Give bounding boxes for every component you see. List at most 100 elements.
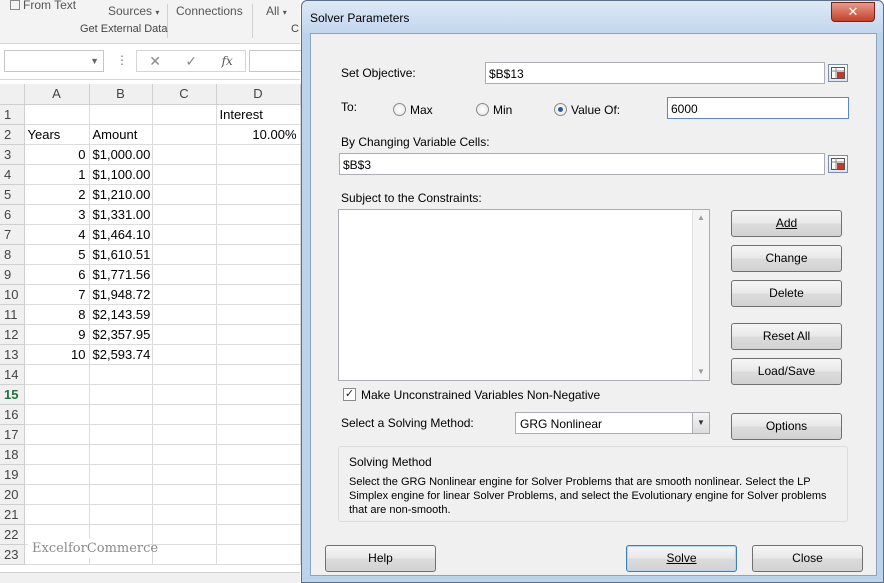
cell-b[interactable]: [89, 104, 153, 125]
close-icon[interactable]: ✕: [831, 2, 875, 22]
scroll-up-icon[interactable]: ▲: [693, 210, 709, 226]
cell-b[interactable]: [89, 504, 153, 525]
change-button[interactable]: Change: [731, 245, 842, 272]
column-header[interactable]: D: [216, 84, 301, 105]
cell-b[interactable]: $1,100.00: [89, 164, 153, 185]
row-header[interactable]: 17: [0, 424, 25, 445]
help-button[interactable]: Help: [325, 545, 436, 572]
cell-a[interactable]: [24, 364, 90, 385]
radio-value-of[interactable]: [554, 103, 567, 116]
cell-c[interactable]: [152, 404, 217, 425]
delete-button[interactable]: Delete: [731, 280, 842, 307]
cell-b[interactable]: [89, 484, 153, 505]
row-header[interactable]: 18: [0, 444, 25, 465]
cell-a[interactable]: 10: [24, 344, 90, 365]
radio-max-label[interactable]: Max: [410, 103, 433, 117]
refresh-all-button[interactable]: All ▾: [266, 4, 287, 18]
cell-b[interactable]: [89, 444, 153, 465]
cell-a[interactable]: 5: [24, 244, 90, 265]
row-header[interactable]: 19: [0, 464, 25, 485]
row-header[interactable]: 9: [0, 264, 25, 285]
cell-a[interactable]: Years: [24, 124, 90, 145]
cell-d[interactable]: [216, 344, 301, 365]
cell-d[interactable]: [216, 504, 301, 525]
cell-c[interactable]: [152, 284, 217, 305]
cell-d[interactable]: [216, 144, 301, 165]
cell-b[interactable]: Amount: [89, 124, 153, 145]
cell-b[interactable]: $1,610.51: [89, 244, 153, 265]
cell-d[interactable]: [216, 304, 301, 325]
cancel-icon[interactable]: ✕: [149, 53, 161, 70]
cell-c[interactable]: [152, 424, 217, 445]
cell-a[interactable]: 0: [24, 144, 90, 165]
cell-a[interactable]: [24, 424, 90, 445]
cell-c[interactable]: [152, 504, 217, 525]
row-header[interactable]: 21: [0, 504, 25, 525]
row-header[interactable]: 4: [0, 164, 25, 185]
row-header[interactable]: 14: [0, 364, 25, 385]
cell-d[interactable]: [216, 484, 301, 505]
cell-a[interactable]: [24, 504, 90, 525]
chevron-down-icon[interactable]: ▼: [692, 413, 709, 433]
row-header[interactable]: 8: [0, 244, 25, 265]
name-box[interactable]: ▼: [4, 50, 104, 72]
row-header[interactable]: 11: [0, 304, 25, 325]
cell-d[interactable]: [216, 264, 301, 285]
cell-c[interactable]: [152, 364, 217, 385]
cell-c[interactable]: [152, 524, 217, 545]
cell-d[interactable]: [216, 444, 301, 465]
cell-d[interactable]: [216, 324, 301, 345]
from-text-button[interactable]: From Text: [10, 0, 76, 12]
cell-d[interactable]: [216, 224, 301, 245]
cell-d[interactable]: [216, 244, 301, 265]
cell-a[interactable]: 1: [24, 164, 90, 185]
objective-input[interactable]: $B$13: [485, 62, 825, 84]
non-negative-label[interactable]: Make Unconstrained Variables Non-Negativ…: [361, 388, 600, 402]
cell-b[interactable]: [89, 364, 153, 385]
row-header[interactable]: 12: [0, 324, 25, 345]
more-options-icon[interactable]: ⋮: [116, 53, 128, 67]
cell-a[interactable]: [24, 464, 90, 485]
cell-d[interactable]: [216, 204, 301, 225]
row-header[interactable]: 5: [0, 184, 25, 205]
cell-d[interactable]: [216, 464, 301, 485]
radio-min-label[interactable]: Min: [493, 103, 512, 117]
cell-c[interactable]: [152, 484, 217, 505]
cell-d[interactable]: [216, 364, 301, 385]
select-all-corner[interactable]: [0, 84, 25, 105]
radio-min[interactable]: [476, 103, 489, 116]
options-button[interactable]: Options: [731, 413, 842, 440]
cell-b[interactable]: $1,948.72: [89, 284, 153, 305]
cell-b[interactable]: $2,143.59: [89, 304, 153, 325]
cell-b[interactable]: [89, 384, 153, 405]
cell-c[interactable]: [152, 244, 217, 265]
chevron-down-icon[interactable]: ▼: [90, 56, 99, 66]
constraints-list[interactable]: ▲ ▼: [338, 209, 710, 381]
cell-d[interactable]: [216, 164, 301, 185]
row-header[interactable]: 10: [0, 284, 25, 305]
column-header[interactable]: A: [24, 84, 90, 105]
cell-c[interactable]: [152, 464, 217, 485]
radio-max[interactable]: [393, 103, 406, 116]
cell-c[interactable]: [152, 444, 217, 465]
cell-d[interactable]: 10.00%: [216, 124, 301, 145]
cell-a[interactable]: 3: [24, 204, 90, 225]
cell-c[interactable]: [152, 164, 217, 185]
cell-c[interactable]: [152, 304, 217, 325]
cell-d[interactable]: [216, 524, 301, 545]
scroll-down-icon[interactable]: ▼: [693, 364, 709, 380]
column-header[interactable]: C: [152, 84, 217, 105]
row-header[interactable]: 13: [0, 344, 25, 365]
solve-button[interactable]: Solve: [626, 545, 737, 572]
cell-a[interactable]: [24, 104, 90, 125]
insert-function-icon[interactable]: fx: [222, 54, 233, 68]
row-header[interactable]: 7: [0, 224, 25, 245]
sources-button[interactable]: Sources ▾: [108, 4, 159, 18]
cell-a[interactable]: 4: [24, 224, 90, 245]
cell-b[interactable]: $1,000.00: [89, 144, 153, 165]
add-button[interactable]: Add: [731, 210, 842, 237]
row-header[interactable]: 23: [0, 544, 25, 565]
collapse-dialog-button[interactable]: [828, 155, 848, 173]
cell-a[interactable]: [24, 444, 90, 465]
cell-d[interactable]: [216, 384, 301, 405]
